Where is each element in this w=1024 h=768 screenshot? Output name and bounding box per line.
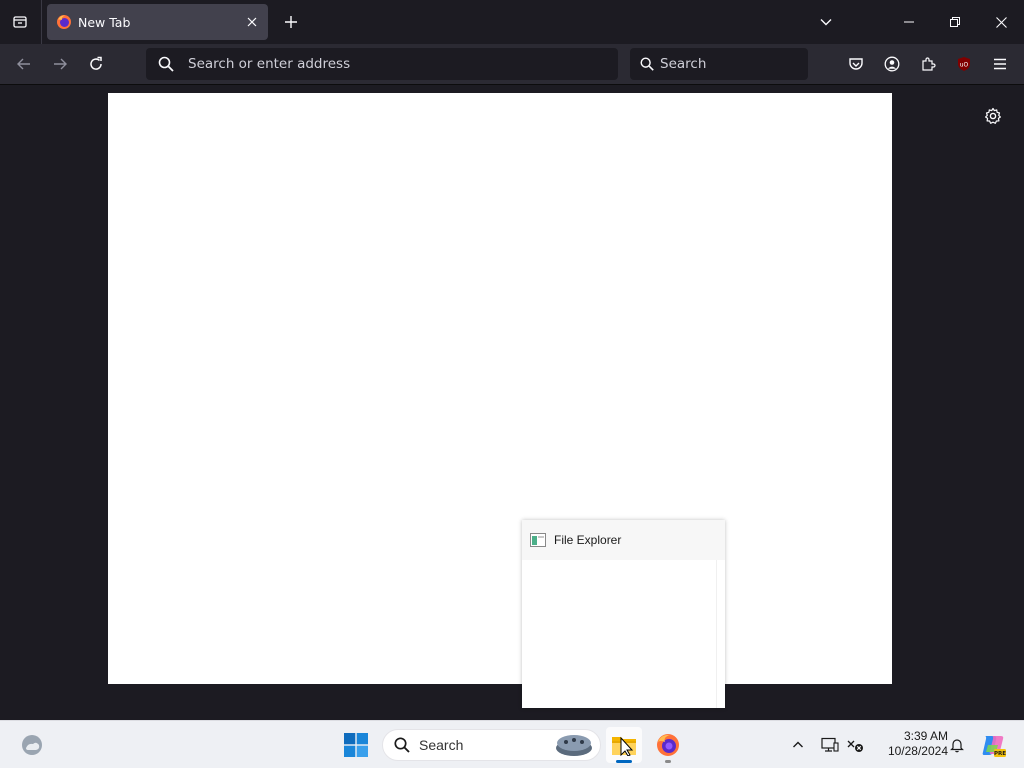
taskbar-firefox[interactable] — [650, 727, 686, 763]
close-window-button[interactable] — [978, 0, 1024, 44]
arrow-left-icon — [17, 58, 30, 70]
tab-close-button[interactable] — [244, 14, 260, 30]
weather-widget-icon — [22, 735, 42, 755]
search-icon — [157, 55, 175, 73]
thumbnail-preview[interactable] — [522, 560, 717, 708]
search-bar[interactable] — [630, 48, 831, 80]
pocket-icon — [849, 58, 863, 70]
browser-content — [0, 85, 1024, 720]
chevron-down-icon — [820, 19, 832, 26]
extensions-button[interactable] — [914, 50, 942, 78]
gear-icon — [985, 107, 1001, 124]
chevron-up-icon — [793, 741, 803, 748]
file-explorer-thumbnail[interactable]: File Explorer — [522, 520, 725, 708]
settings-button[interactable] — [979, 102, 1007, 130]
copilot-button[interactable]: PRE — [980, 732, 1006, 758]
ublock-origin-icon: uO — [958, 57, 970, 71]
running-indicator-explorer — [616, 760, 632, 763]
tab-new-tab[interactable]: New Tab — [47, 4, 268, 40]
reload-icon — [90, 56, 102, 70]
account-icon — [884, 56, 900, 72]
running-indicator-firefox — [665, 760, 671, 763]
address-input[interactable] — [188, 56, 618, 72]
windows-start-icon — [344, 733, 368, 757]
ublock-origin-button[interactable]: uO — [950, 50, 978, 78]
puzzle-icon — [922, 57, 936, 71]
new-tab-button[interactable] — [278, 8, 304, 36]
network-button[interactable] — [843, 733, 867, 757]
search-input[interactable] — [660, 56, 831, 72]
svg-text:uO: uO — [960, 62, 969, 69]
hamburger-menu-icon — [994, 58, 1006, 70]
navigation-toolbar: uO — [0, 44, 1024, 85]
weather-widget-button[interactable] — [20, 733, 44, 757]
search-highlight-icon[interactable] — [554, 732, 594, 758]
forward-button[interactable] — [46, 50, 74, 78]
new-tab-page — [108, 93, 892, 684]
notifications-button[interactable] — [945, 733, 969, 757]
tab-title: New Tab — [78, 14, 131, 30]
pocket-button[interactable] — [842, 50, 870, 78]
clock-date: 10/28/2024 — [887, 744, 948, 758]
reload-button[interactable] — [82, 50, 110, 78]
arrow-right-icon — [54, 58, 67, 70]
clock-time: 3:39 AM — [903, 729, 948, 743]
minimize-button[interactable] — [886, 0, 932, 44]
start-button[interactable] — [342, 731, 370, 759]
app-menu-button[interactable] — [986, 50, 1014, 78]
show-hidden-icons-button[interactable] — [786, 733, 810, 757]
tab-strip: New Tab — [0, 0, 1024, 44]
svg-text:PRE: PRE — [994, 751, 1006, 757]
thumbnail-title: File Explorer — [554, 533, 622, 547]
thumbnail-header: File Explorer — [522, 520, 725, 560]
address-bar[interactable] — [146, 48, 618, 80]
tab-divider — [41, 0, 42, 44]
network-disconnected-icon — [847, 740, 863, 752]
list-all-tabs-icon — [12, 14, 28, 30]
firefox-icon — [56, 14, 72, 30]
search-icon — [639, 56, 655, 72]
list-all-tabs-button[interactable] — [6, 8, 34, 36]
taskbar-search-box[interactable]: Search — [382, 729, 601, 761]
clock[interactable]: 3:39 AM 10/28/2024 — [872, 729, 948, 761]
file-explorer-window-icon — [530, 533, 546, 547]
bell-icon — [950, 739, 964, 753]
display-icon — [821, 737, 839, 752]
minimize-icon — [904, 21, 914, 23]
display-button[interactable] — [818, 733, 842, 757]
plus-icon — [285, 16, 297, 28]
firefox-icon — [657, 734, 679, 756]
copilot-icon: PRE — [982, 736, 1006, 757]
file-explorer-icon — [612, 736, 636, 756]
taskbar-file-explorer[interactable] — [606, 727, 642, 763]
account-button[interactable] — [878, 50, 906, 78]
close-icon — [995, 16, 1007, 28]
taskbar: Search 3:39 AM 10/28/2024 PRE — [0, 720, 1024, 768]
back-button[interactable] — [10, 50, 38, 78]
search-icon — [393, 736, 411, 754]
taskbar-search-label: Search — [419, 737, 464, 753]
close-icon — [247, 17, 257, 27]
restore-icon — [950, 17, 960, 27]
tab-list-button[interactable] — [812, 8, 840, 36]
restore-button[interactable] — [932, 0, 978, 44]
